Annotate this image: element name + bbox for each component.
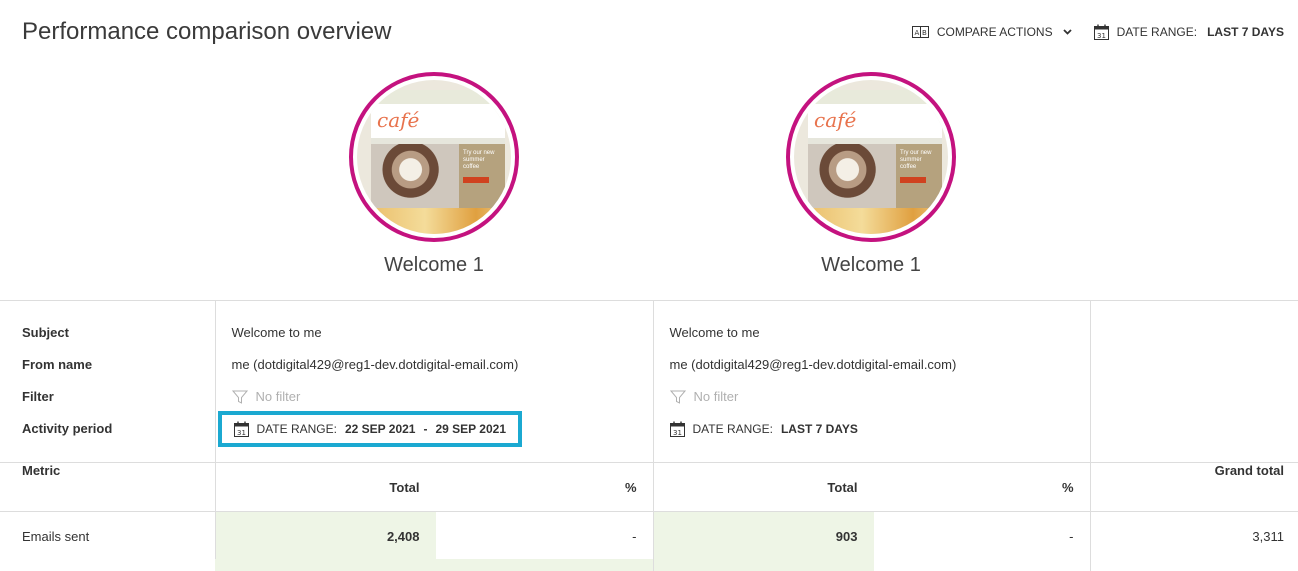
campaign-thumbnail[interactable]: café Try our new summer coffee: [786, 72, 956, 242]
subject-value: Welcome to me: [231, 325, 322, 340]
campaign-1-header: Total %: [214, 462, 653, 512]
subject-value: Welcome to me: [669, 325, 760, 340]
meta-labels: Subject From name Filter Activity period: [0, 300, 215, 463]
campaign-name: Welcome 1: [821, 254, 921, 276]
thumbnail-logo: café: [377, 108, 420, 132]
comparison-table: Subject From name Filter Activity period…: [0, 300, 1298, 571]
campaign-2-header: Total %: [652, 462, 1090, 512]
filter-value[interactable]: No filter: [669, 389, 739, 405]
filter-text: No filter: [255, 389, 301, 404]
food-image: [357, 208, 511, 234]
svg-text:B: B: [922, 29, 927, 37]
campaign-thumbnail[interactable]: café Try our new summer coffee: [349, 72, 519, 242]
percent-header: %: [624, 479, 637, 495]
campaign-1-details: Welcome to me me (dotdigital429@reg1-dev…: [214, 300, 653, 463]
campaign-2-details: Welcome to me me (dotdigital429@reg1-dev…: [652, 300, 1090, 463]
date-range-label: DATE RANGE:: [1116, 25, 1198, 39]
subject-label: Subject: [22, 325, 69, 340]
date-range-end: 29 SEP 2021: [435, 422, 506, 436]
total-value: 903: [653, 512, 874, 571]
coffee-image: [808, 144, 896, 208]
percent-header: %: [1061, 479, 1074, 495]
activity-date-range-highlighted[interactable]: 31 DATE RANGE: 22 SEP 2021 - 29 SEP 2021: [217, 411, 522, 447]
compare-actions-button[interactable]: AB COMPARE ACTIONS: [911, 25, 1072, 39]
food-image: [794, 208, 948, 234]
from-name-label: From name: [22, 357, 93, 372]
grand-total-header: Grand total: [1089, 462, 1298, 512]
calendar-icon: 31: [1093, 24, 1109, 40]
compare-icon: AB: [911, 25, 929, 39]
funnel-icon: [669, 390, 686, 404]
grand-total-details: [1089, 300, 1298, 463]
thumbnail-promo: Try our new summer coffee: [463, 150, 495, 170]
from-name-value: me (dotdigital429@reg1-dev.dotdigital-em…: [231, 357, 519, 372]
campaign-name: Welcome 1: [384, 254, 484, 276]
coffee-image: [371, 144, 459, 208]
activity-period-label: Activity period: [22, 421, 113, 436]
compare-actions-label: COMPARE ACTIONS: [936, 25, 1053, 39]
page-title: Performance comparison overview: [22, 18, 392, 45]
campaign-2-values: 903 -: [652, 511, 1090, 571]
campaign-card-1: café Try our new summer coffee Welcome 1: [284, 72, 584, 277]
date-range-separator: -: [423, 422, 428, 436]
funnel-icon: [231, 390, 248, 404]
thumbnail-promo: Try our new summer coffee: [900, 150, 932, 170]
filter-value[interactable]: No filter: [231, 389, 301, 405]
total-header: Total: [827, 479, 858, 495]
calendar-icon: 31: [669, 421, 685, 437]
date-range-start: 22 SEP 2021: [344, 422, 416, 436]
date-range-value: LAST 7 DAYS: [1207, 25, 1284, 39]
top-actions: AB COMPARE ACTIONS 31 DATE RANGE: LAST 7…: [911, 24, 1284, 40]
next-row-fill: [215, 559, 653, 571]
filter-text: No filter: [693, 389, 739, 404]
metric-name: Emails sent: [0, 511, 215, 571]
date-range-value: LAST 7 DAYS: [780, 422, 858, 436]
svg-text:31: 31: [673, 429, 682, 437]
campaign-card-2: café Try our new summer coffee Welcome 1: [721, 72, 1021, 277]
thumbnail-logo: café: [814, 108, 857, 132]
date-range-label: DATE RANGE:: [256, 422, 337, 436]
metric-header: Metric: [0, 462, 215, 512]
total-header: Total: [389, 479, 420, 495]
from-name-value: me (dotdigital429@reg1-dev.dotdigital-em…: [669, 357, 957, 372]
calendar-icon: 31: [233, 421, 249, 437]
chevron-down-icon: [1062, 27, 1072, 38]
svg-text:31: 31: [1097, 32, 1106, 40]
svg-text:31: 31: [237, 429, 246, 437]
filter-label: Filter: [22, 389, 54, 404]
date-range-button[interactable]: 31 DATE RANGE: LAST 7 DAYS: [1093, 24, 1284, 40]
percent-value: -: [1069, 529, 1074, 544]
grand-total-value: 3,311: [1089, 511, 1298, 571]
svg-text:A: A: [914, 29, 919, 37]
activity-date-range[interactable]: 31 DATE RANGE: LAST 7 DAYS: [669, 421, 858, 437]
date-range-label: DATE RANGE:: [692, 422, 773, 436]
